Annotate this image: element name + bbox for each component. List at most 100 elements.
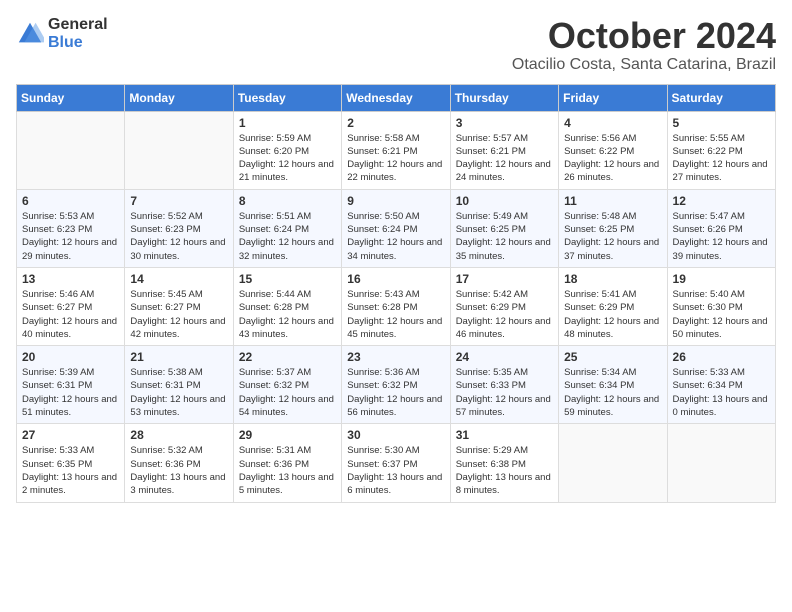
calendar-cell — [125, 111, 233, 189]
calendar-cell: 19Sunrise: 5:40 AMSunset: 6:30 PMDayligh… — [667, 267, 775, 345]
day-number: 21 — [130, 350, 227, 364]
month-title: October 2024 — [512, 16, 776, 56]
calendar-cell: 24Sunrise: 5:35 AMSunset: 6:33 PMDayligh… — [450, 346, 558, 424]
day-number: 16 — [347, 272, 444, 286]
day-info: Sunrise: 5:34 AMSunset: 6:34 PMDaylight:… — [564, 366, 661, 419]
day-number: 13 — [22, 272, 119, 286]
calendar-cell: 11 Sunrise: 5:48 AMSunset: 6:25 PMDayligh… — [559, 189, 667, 267]
day-header-thursday: Thursday — [450, 84, 558, 111]
day-header-saturday: Saturday — [667, 84, 775, 111]
calendar-cell: 26Sunrise: 5:33 AMSunset: 6:34 PMDayligh… — [667, 346, 775, 424]
day-info: Sunrise: 5:49 AMSunset: 6:25 PMDaylight:… — [456, 210, 553, 263]
calendar-cell: 2Sunrise: 5:58 AMSunset: 6:21 PMDaylight… — [342, 111, 450, 189]
day-info: Sunrise: 5:37 AMSunset: 6:32 PMDaylight:… — [239, 366, 336, 419]
day-info: Sunrise: 5:39 AMSunset: 6:31 PMDaylight:… — [22, 366, 119, 419]
day-info: Sunrise: 5:45 AMSunset: 6:27 PMDaylight:… — [130, 288, 227, 341]
calendar-cell: 22 Sunrise: 5:37 AMSunset: 6:32 PMDayligh… — [233, 346, 341, 424]
calendar-cell: 14Sunrise: 5:45 AMSunset: 6:27 PMDayligh… — [125, 267, 233, 345]
calendar-cell: 4 Sunrise: 5:56 AMSunset: 6:22 PMDaylight… — [559, 111, 667, 189]
day-number: 24 — [456, 350, 553, 364]
day-number: 12 — [673, 194, 770, 208]
day-number: 2 — [347, 116, 444, 130]
logo-text-general: General — [48, 16, 108, 33]
day-number: 9 — [347, 194, 444, 208]
day-info: Sunrise: 5:59 AMSunset: 6:20 PMDaylight:… — [239, 132, 336, 185]
day-number: 17 — [456, 272, 553, 286]
day-info: Sunrise: 5:55 AMSunset: 6:22 PMDaylight:… — [673, 132, 770, 185]
day-info: Sunrise: 5:32 AMSunset: 6:36 PMDaylight:… — [130, 444, 227, 497]
calendar-cell: 7 Sunrise: 5:52 AMSunset: 6:23 PMDaylight… — [125, 189, 233, 267]
calendar-cell: 27 Sunrise: 5:33 AMSunset: 6:35 PMDayligh… — [17, 424, 125, 502]
calendar-cell: 8 Sunrise: 5:51 AMSunset: 6:24 PMDaylight… — [233, 189, 341, 267]
day-info: Sunrise: 5:53 AMSunset: 6:23 PMDaylight:… — [22, 210, 119, 263]
day-number: 26 — [673, 350, 770, 364]
day-info: Sunrise: 5:31 AMSunset: 6:36 PMDaylight:… — [239, 444, 336, 497]
day-info: Sunrise: 5:30 AMSunset: 6:37 PMDaylight:… — [347, 444, 444, 497]
day-info: Sunrise: 5:48 AMSunset: 6:25 PMDaylight:… — [564, 210, 661, 263]
day-number: 18 — [564, 272, 661, 286]
calendar-cell: 25 Sunrise: 5:34 AMSunset: 6:34 PMDayligh… — [559, 346, 667, 424]
day-number: 15 — [239, 272, 336, 286]
calendar-cell: 3 Sunrise: 5:57 AMSunset: 6:21 PMDaylight… — [450, 111, 558, 189]
day-number: 30 — [347, 428, 444, 442]
day-header-monday: Monday — [125, 84, 233, 111]
calendar-cell — [559, 424, 667, 502]
day-number: 7 — [130, 194, 227, 208]
day-info: Sunrise: 5:29 AMSunset: 6:38 PMDaylight:… — [456, 444, 553, 497]
calendar-cell: 12 Sunrise: 5:47 AMSunset: 6:26 PMDayligh… — [667, 189, 775, 267]
day-number: 8 — [239, 194, 336, 208]
day-number: 27 — [22, 428, 119, 442]
calendar-cell — [17, 111, 125, 189]
logo-text-blue: Blue — [48, 34, 83, 51]
calendar-table: SundayMondayTuesdayWednesdayThursdayFrid… — [16, 84, 776, 503]
title-block: October 2024 Otacilio Costa, Santa Catar… — [512, 16, 776, 74]
day-number: 23 — [347, 350, 444, 364]
calendar-cell: 5 Sunrise: 5:55 AMSunset: 6:22 PMDaylight… — [667, 111, 775, 189]
day-info: Sunrise: 5:41 AMSunset: 6:29 PMDaylight:… — [564, 288, 661, 341]
day-info: Sunrise: 5:57 AMSunset: 6:21 PMDaylight:… — [456, 132, 553, 185]
day-info: Sunrise: 5:43 AMSunset: 6:28 PMDaylight:… — [347, 288, 444, 341]
day-number: 1 — [239, 116, 336, 130]
day-number: 11 — [564, 194, 661, 208]
calendar-cell: 10 Sunrise: 5:49 AMSunset: 6:25 PMDayligh… — [450, 189, 558, 267]
day-header-tuesday: Tuesday — [233, 84, 341, 111]
day-info: Sunrise: 5:33 AMSunset: 6:35 PMDaylight:… — [22, 444, 119, 497]
day-number: 22 — [239, 350, 336, 364]
day-info: Sunrise: 5:47 AMSunset: 6:26 PMDaylight:… — [673, 210, 770, 263]
calendar-cell: 6 Sunrise: 5:53 AMSunset: 6:23 PMDaylight… — [17, 189, 125, 267]
day-number: 28 — [130, 428, 227, 442]
day-number: 31 — [456, 428, 553, 442]
day-info: Sunrise: 5:44 AMSunset: 6:28 PMDaylight:… — [239, 288, 336, 341]
day-number: 4 — [564, 116, 661, 130]
day-number: 25 — [564, 350, 661, 364]
day-info: Sunrise: 5:50 AMSunset: 6:24 PMDaylight:… — [347, 210, 444, 263]
location-title: Otacilio Costa, Santa Catarina, Brazil — [512, 56, 776, 74]
day-info: Sunrise: 5:40 AMSunset: 6:30 PMDaylight:… — [673, 288, 770, 341]
day-header-wednesday: Wednesday — [342, 84, 450, 111]
day-info: Sunrise: 5:51 AMSunset: 6:24 PMDaylight:… — [239, 210, 336, 263]
day-number: 6 — [22, 194, 119, 208]
day-info: Sunrise: 5:38 AMSunset: 6:31 PMDaylight:… — [130, 366, 227, 419]
day-number: 29 — [239, 428, 336, 442]
day-info: Sunrise: 5:36 AMSunset: 6:32 PMDaylight:… — [347, 366, 444, 419]
calendar-cell: 17 Sunrise: 5:42 AMSunset: 6:29 PMDayligh… — [450, 267, 558, 345]
calendar-cell — [667, 424, 775, 502]
day-number: 3 — [456, 116, 553, 130]
calendar-cell: 16 Sunrise: 5:43 AMSunset: 6:28 PMDayligh… — [342, 267, 450, 345]
calendar-cell: 31 Sunrise: 5:29 AMSunset: 6:38 PMDayligh… — [450, 424, 558, 502]
day-info: Sunrise: 5:42 AMSunset: 6:29 PMDaylight:… — [456, 288, 553, 341]
calendar-cell: 18 Sunrise: 5:41 AMSunset: 6:29 PMDayligh… — [559, 267, 667, 345]
day-number: 5 — [673, 116, 770, 130]
day-number: 20 — [22, 350, 119, 364]
calendar-cell: 15 Sunrise: 5:44 AMSunset: 6:28 PMDayligh… — [233, 267, 341, 345]
day-number: 10 — [456, 194, 553, 208]
day-info: Sunrise: 5:56 AMSunset: 6:22 PMDaylight:… — [564, 132, 661, 185]
logo-icon — [16, 20, 44, 48]
calendar-cell: 23 Sunrise: 5:36 AMSunset: 6:32 PMDayligh… — [342, 346, 450, 424]
calendar-cell: 9 Sunrise: 5:50 AMSunset: 6:24 PMDaylight… — [342, 189, 450, 267]
calendar-cell: 1 Sunrise: 5:59 AMSunset: 6:20 PMDaylight… — [233, 111, 341, 189]
calendar-cell: 30 Sunrise: 5:30 AMSunset: 6:37 PMDayligh… — [342, 424, 450, 502]
day-info: Sunrise: 5:52 AMSunset: 6:23 PMDaylight:… — [130, 210, 227, 263]
day-info: Sunrise: 5:46 AMSunset: 6:27 PMDaylight:… — [22, 288, 119, 341]
page-header: General Blue October 2024 Otacilio Costa… — [16, 16, 776, 74]
